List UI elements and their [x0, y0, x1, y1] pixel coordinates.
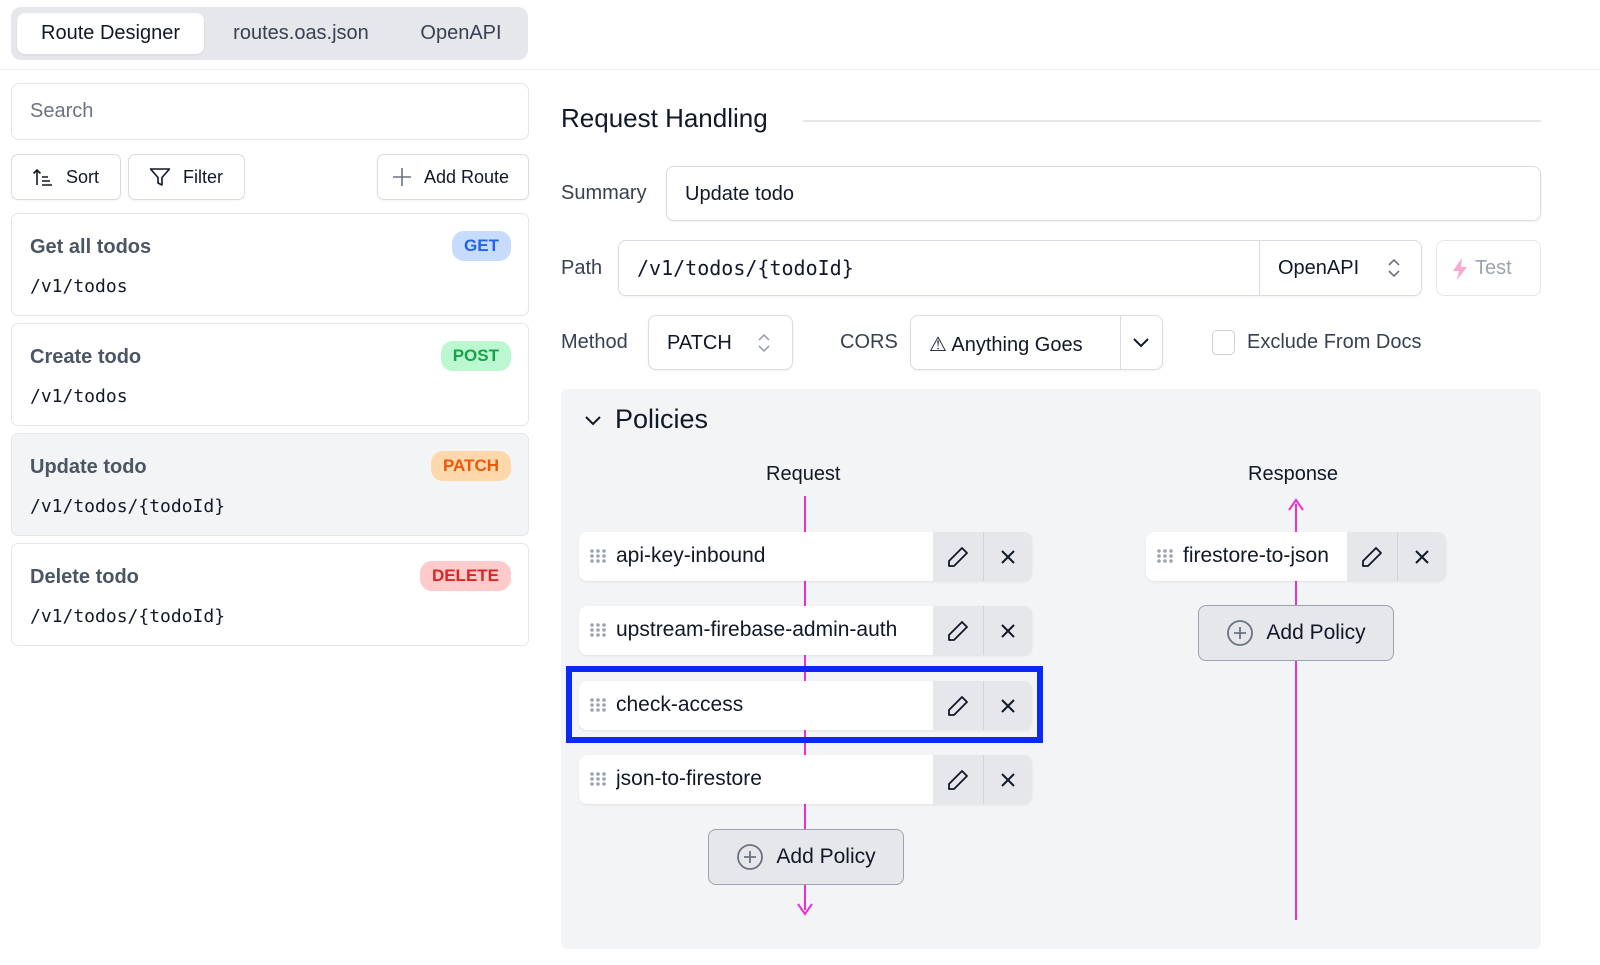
method-badge: GET: [452, 231, 511, 261]
sort-label: Sort: [66, 166, 100, 187]
remove-policy-button[interactable]: [983, 606, 1033, 655]
header-divider: [0, 69, 1600, 70]
method-select[interactable]: PATCH: [648, 315, 793, 370]
arrow-down-icon: [797, 903, 813, 916]
method-badge: POST: [440, 341, 511, 371]
cors-label: CORS: [840, 331, 898, 353]
tab-routes-oas-json[interactable]: routes.oas.json: [211, 13, 391, 54]
edit-policy-button[interactable]: [933, 532, 983, 581]
test-button[interactable]: Test: [1436, 240, 1541, 296]
arrow-up-icon: [1288, 498, 1304, 511]
policies-title[interactable]: Policies: [615, 404, 708, 435]
summary-input[interactable]: Update todo: [666, 166, 1541, 221]
pencil-icon: [948, 769, 968, 790]
filter-icon: [149, 168, 171, 186]
path-format-select[interactable]: OpenAPI: [1260, 241, 1422, 295]
plus-icon: [393, 168, 411, 186]
drag-handle-icon[interactable]: [589, 771, 607, 787]
add-request-policy-button[interactable]: Add Policy: [708, 829, 904, 885]
exclude-from-docs-label: Exclude From Docs: [1247, 331, 1422, 353]
exclude-from-docs-checkbox[interactable]: [1212, 330, 1235, 355]
collapse-chevron-icon[interactable]: [583, 413, 603, 429]
remove-policy-button[interactable]: [983, 532, 1033, 581]
summary-value: Update todo: [685, 183, 794, 205]
pencil-icon: [948, 546, 968, 567]
policy-name: json-to-firestore: [616, 767, 762, 790]
edit-policy-button[interactable]: [933, 755, 983, 804]
route-item[interactable]: Create todo /v1/todos POST: [11, 323, 529, 426]
close-icon: [1001, 549, 1015, 564]
drag-handle-icon[interactable]: [1156, 548, 1174, 564]
search-input[interactable]: [11, 83, 529, 140]
route-item[interactable]: Get all todos /v1/todos GET: [11, 213, 529, 316]
chevron-updown-icon: [758, 333, 770, 353]
add-policy-label: Add Policy: [1266, 621, 1366, 644]
route-name: Get all todos: [30, 236, 152, 258]
method-badge: PATCH: [430, 451, 511, 481]
path-input[interactable]: /v1/todos/{todoId}: [637, 256, 854, 280]
sort-icon: [32, 168, 52, 186]
policy-name: api-key-inbound: [616, 544, 766, 567]
lightning-icon: [1453, 258, 1467, 280]
add-policy-label: Add Policy: [776, 845, 876, 868]
tab-route-designer[interactable]: Route Designer: [17, 13, 204, 54]
cors-select[interactable]: ⚠ Anything Goes: [910, 315, 1163, 370]
route-name: Create todo: [30, 346, 142, 368]
chevron-updown-icon: [1388, 258, 1400, 278]
drag-handle-icon[interactable]: [589, 548, 607, 564]
pencil-icon: [1362, 546, 1382, 567]
method-label: Method: [561, 331, 628, 353]
policy-item[interactable]: upstream-firebase-admin-auth: [579, 606, 1032, 655]
method-value: PATCH: [667, 332, 732, 354]
policy-item[interactable]: json-to-firestore: [579, 755, 1032, 804]
cors-value: ⚠ Anything Goes: [929, 334, 1083, 356]
edit-policy-button[interactable]: [933, 606, 983, 655]
response-column-label: Response: [1248, 463, 1339, 485]
policy-name: upstream-firebase-admin-auth: [616, 618, 898, 641]
plus-circle-icon: [1227, 620, 1254, 646]
add-route-label: Add Route: [424, 166, 510, 187]
policy-item[interactable]: firestore-to-json: [1146, 532, 1446, 581]
path-label: Path: [561, 257, 603, 279]
filter-button[interactable]: Filter: [128, 154, 245, 200]
request-column-label: Request: [766, 463, 841, 485]
route-name: Update todo: [30, 456, 147, 478]
summary-label: Summary: [561, 182, 647, 204]
route-item[interactable]: Delete todo /v1/todos/{todoId} DELETE: [11, 543, 529, 646]
plus-circle-icon: [737, 844, 764, 870]
route-path: /v1/todos/{todoId}: [30, 606, 226, 627]
tab-openapi[interactable]: OpenAPI: [401, 13, 521, 54]
policy-name: firestore-to-json: [1183, 544, 1329, 567]
path-format-value: OpenAPI: [1278, 257, 1360, 279]
drag-handle-icon[interactable]: [589, 622, 607, 638]
remove-policy-button[interactable]: [983, 755, 1033, 804]
route-item-selected[interactable]: Update todo /v1/todos/{todoId} PATCH: [11, 433, 529, 536]
close-icon: [1001, 623, 1015, 638]
route-name: Delete todo: [30, 566, 139, 588]
route-path: /v1/todos: [30, 276, 128, 297]
remove-policy-button[interactable]: [1397, 532, 1447, 581]
test-label: Test: [1475, 257, 1512, 279]
close-icon: [1001, 772, 1015, 787]
method-badge: DELETE: [419, 561, 511, 591]
chevron-down-icon[interactable]: [1131, 334, 1151, 352]
section-title: Request Handling: [561, 103, 768, 133]
close-icon: [1415, 549, 1429, 564]
view-tabs: Route Designer routes.oas.json OpenAPI: [11, 7, 528, 60]
filter-label: Filter: [183, 166, 223, 187]
edit-policy-button[interactable]: [1347, 532, 1397, 581]
selection-highlight: [566, 666, 1043, 743]
policy-item[interactable]: api-key-inbound: [579, 532, 1032, 581]
pencil-icon: [948, 620, 968, 641]
cors-divider: [1120, 316, 1121, 369]
sort-button[interactable]: Sort: [11, 154, 121, 200]
path-field: /v1/todos/{todoId} OpenAPI: [618, 240, 1422, 296]
route-path: /v1/todos: [30, 386, 128, 407]
route-path: /v1/todos/{todoId}: [30, 496, 226, 517]
add-response-policy-button[interactable]: Add Policy: [1198, 605, 1394, 661]
add-route-button[interactable]: Add Route: [377, 154, 529, 200]
section-divider: [803, 120, 1541, 122]
